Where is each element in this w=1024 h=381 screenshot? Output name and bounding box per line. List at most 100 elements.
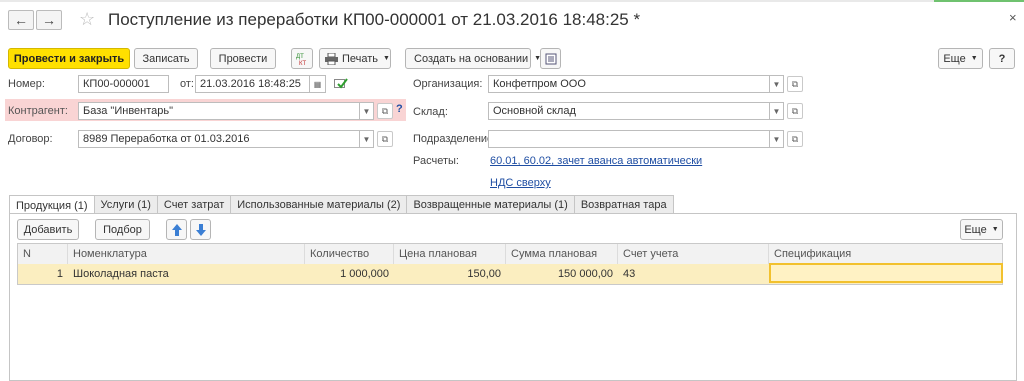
column-header-account[interactable]: Счет учета xyxy=(618,244,769,264)
forward-button[interactable]: → xyxy=(36,10,62,30)
column-header-specification[interactable]: Спецификация xyxy=(769,244,1003,264)
dt-kt-icon: ДТКТ xyxy=(296,54,306,66)
calendar-icon: ▦ xyxy=(313,79,322,89)
row-specification-cell[interactable] xyxy=(769,263,1003,283)
open-icon: ⧉ xyxy=(791,133,799,144)
tab-returnable-packaging[interactable]: Возвратная тара xyxy=(573,195,674,214)
dt-kt-button[interactable]: ДТ КТ xyxy=(291,48,313,69)
dropdown-arrow-icon: ▼ xyxy=(970,55,978,62)
warehouse-dropdown[interactable]: ▼ xyxy=(770,102,784,120)
column-header-item[interactable]: Номенклатура xyxy=(68,244,305,264)
more-label: Еще xyxy=(943,52,966,65)
dropdown-arrow-icon: ▼ xyxy=(772,106,781,116)
print-label: Печать xyxy=(342,52,379,65)
dropdown-arrow-icon: ▼ xyxy=(772,79,781,89)
column-header-quantity[interactable]: Количество xyxy=(305,244,394,264)
arrow-right-icon: → xyxy=(42,12,56,28)
tab-returned-materials[interactable]: Возвращенные материалы (1) xyxy=(406,195,575,214)
tab-panel xyxy=(9,213,1017,381)
settlements-label: Расчеты: xyxy=(413,155,459,167)
top-status-line xyxy=(0,0,1024,2)
svg-text:КТ: КТ xyxy=(299,61,306,66)
number-label: Номер: xyxy=(8,78,45,90)
products-table: N Номенклатура Количество Цена плановая … xyxy=(17,243,1003,285)
dropdown-arrow-icon: ▼ xyxy=(383,55,390,62)
row-number: 1 xyxy=(56,268,63,280)
warehouse-open-button[interactable]: ⧉ xyxy=(787,103,803,119)
create-based-label: Создать на основании xyxy=(414,52,529,65)
department-dropdown[interactable]: ▼ xyxy=(770,130,784,148)
arrow-down-icon xyxy=(195,223,206,236)
contract-field[interactable]: 8989 Переработка от 01.03.2016 xyxy=(78,130,360,148)
department-field[interactable] xyxy=(488,130,770,148)
open-icon: ⧉ xyxy=(381,133,389,144)
select-button[interactable]: Подбор xyxy=(95,219,150,240)
open-icon: ⧉ xyxy=(381,105,389,116)
contract-label: Договор: xyxy=(8,133,53,145)
contract-dropdown[interactable]: ▼ xyxy=(360,130,374,148)
tab-products[interactable]: Продукция (1) xyxy=(9,195,95,215)
row-item[interactable]: Шоколадная паста xyxy=(68,264,305,284)
structure-button[interactable] xyxy=(540,48,561,69)
save-button[interactable]: Записать xyxy=(134,48,198,69)
dropdown-arrow-icon: ▼ xyxy=(362,134,371,144)
back-button[interactable]: ← xyxy=(8,10,34,30)
table-header: N Номенклатура Количество Цена плановая … xyxy=(18,244,1002,265)
arrow-left-icon: ← xyxy=(14,12,28,28)
printer-icon xyxy=(325,52,338,65)
calendar-button[interactable]: ▦ xyxy=(310,75,326,93)
dropdown-arrow-icon: ▼ xyxy=(991,226,999,233)
column-header-n[interactable]: N xyxy=(18,244,68,264)
vat-link[interactable]: НДС сверху xyxy=(490,177,551,189)
tab-cost-account[interactable]: Счет затрат xyxy=(156,195,232,214)
department-label: Подразделение: xyxy=(413,133,497,145)
row-account[interactable]: 43 xyxy=(618,264,769,284)
open-icon: ⧉ xyxy=(791,78,799,89)
post-and-close-button[interactable]: Провести и закрыть xyxy=(8,48,130,69)
counterparty-open-button[interactable]: ⧉ xyxy=(377,103,393,119)
number-field[interactable]: КП00-000001 xyxy=(78,75,169,93)
counterparty-field[interactable]: База "Инвентарь" xyxy=(78,102,360,120)
help-button[interactable]: ? xyxy=(989,48,1015,69)
settlements-link[interactable]: 60.01, 60.02, зачет аванса автоматически xyxy=(490,155,702,167)
arrow-up-icon xyxy=(171,223,182,236)
organization-field[interactable]: Конфетпром ООО xyxy=(488,75,770,93)
document-structure-icon xyxy=(545,53,556,64)
counterparty-label: Контрагент: xyxy=(8,105,68,117)
department-open-button[interactable]: ⧉ xyxy=(787,131,803,147)
tab-used-materials[interactable]: Использованные материалы (2) xyxy=(230,195,408,214)
tab-bar: Продукция (1) Услуги (1) Счет затрат Исп… xyxy=(9,195,674,215)
row-quantity[interactable]: 1 000,000 xyxy=(305,264,394,284)
warehouse-label: Склад: xyxy=(413,106,448,118)
more-button[interactable]: Еще ▼ xyxy=(938,48,983,69)
row-sum[interactable]: 150 000,00 xyxy=(506,264,618,284)
organization-dropdown[interactable]: ▼ xyxy=(770,75,784,93)
contract-open-button[interactable]: ⧉ xyxy=(377,131,393,147)
dropdown-arrow-icon: ▼ xyxy=(772,134,781,144)
move-down-button[interactable] xyxy=(190,219,211,240)
open-icon: ⧉ xyxy=(791,105,799,116)
table-more-button[interactable]: Еще ▼ xyxy=(960,219,1003,240)
organization-label: Организация: xyxy=(413,78,483,90)
column-header-sum[interactable]: Сумма плановая xyxy=(506,244,618,264)
print-button[interactable]: Печать ▼ xyxy=(319,48,391,69)
create-based-on-button[interactable]: Создать на основании ▼ xyxy=(405,48,541,69)
counterparty-dropdown[interactable]: ▼ xyxy=(360,102,374,120)
row-price[interactable]: 150,00 xyxy=(394,264,506,284)
svg-text:ДТ: ДТ xyxy=(296,54,304,60)
organization-open-button[interactable]: ⧉ xyxy=(787,76,803,92)
post-button[interactable]: Провести xyxy=(210,48,276,69)
move-up-button[interactable] xyxy=(166,219,187,240)
table-more-label: Еще xyxy=(964,223,987,236)
page-title: Поступление из переработки КП00-000001 о… xyxy=(108,10,641,29)
warehouse-field[interactable]: Основной склад xyxy=(488,102,770,120)
column-header-price[interactable]: Цена плановая xyxy=(394,244,506,264)
date-field[interactable]: 21.03.2016 18:48:25 xyxy=(195,75,310,93)
check-document-icon[interactable] xyxy=(334,77,348,93)
close-icon[interactable]: × xyxy=(1009,10,1017,25)
tab-services[interactable]: Услуги (1) xyxy=(93,195,158,214)
question-mark-icon[interactable]: ? xyxy=(396,103,403,115)
add-button[interactable]: Добавить xyxy=(17,219,79,240)
dropdown-arrow-icon: ▼ xyxy=(362,106,371,116)
favorite-star-icon[interactable]: ☆ xyxy=(79,9,95,30)
